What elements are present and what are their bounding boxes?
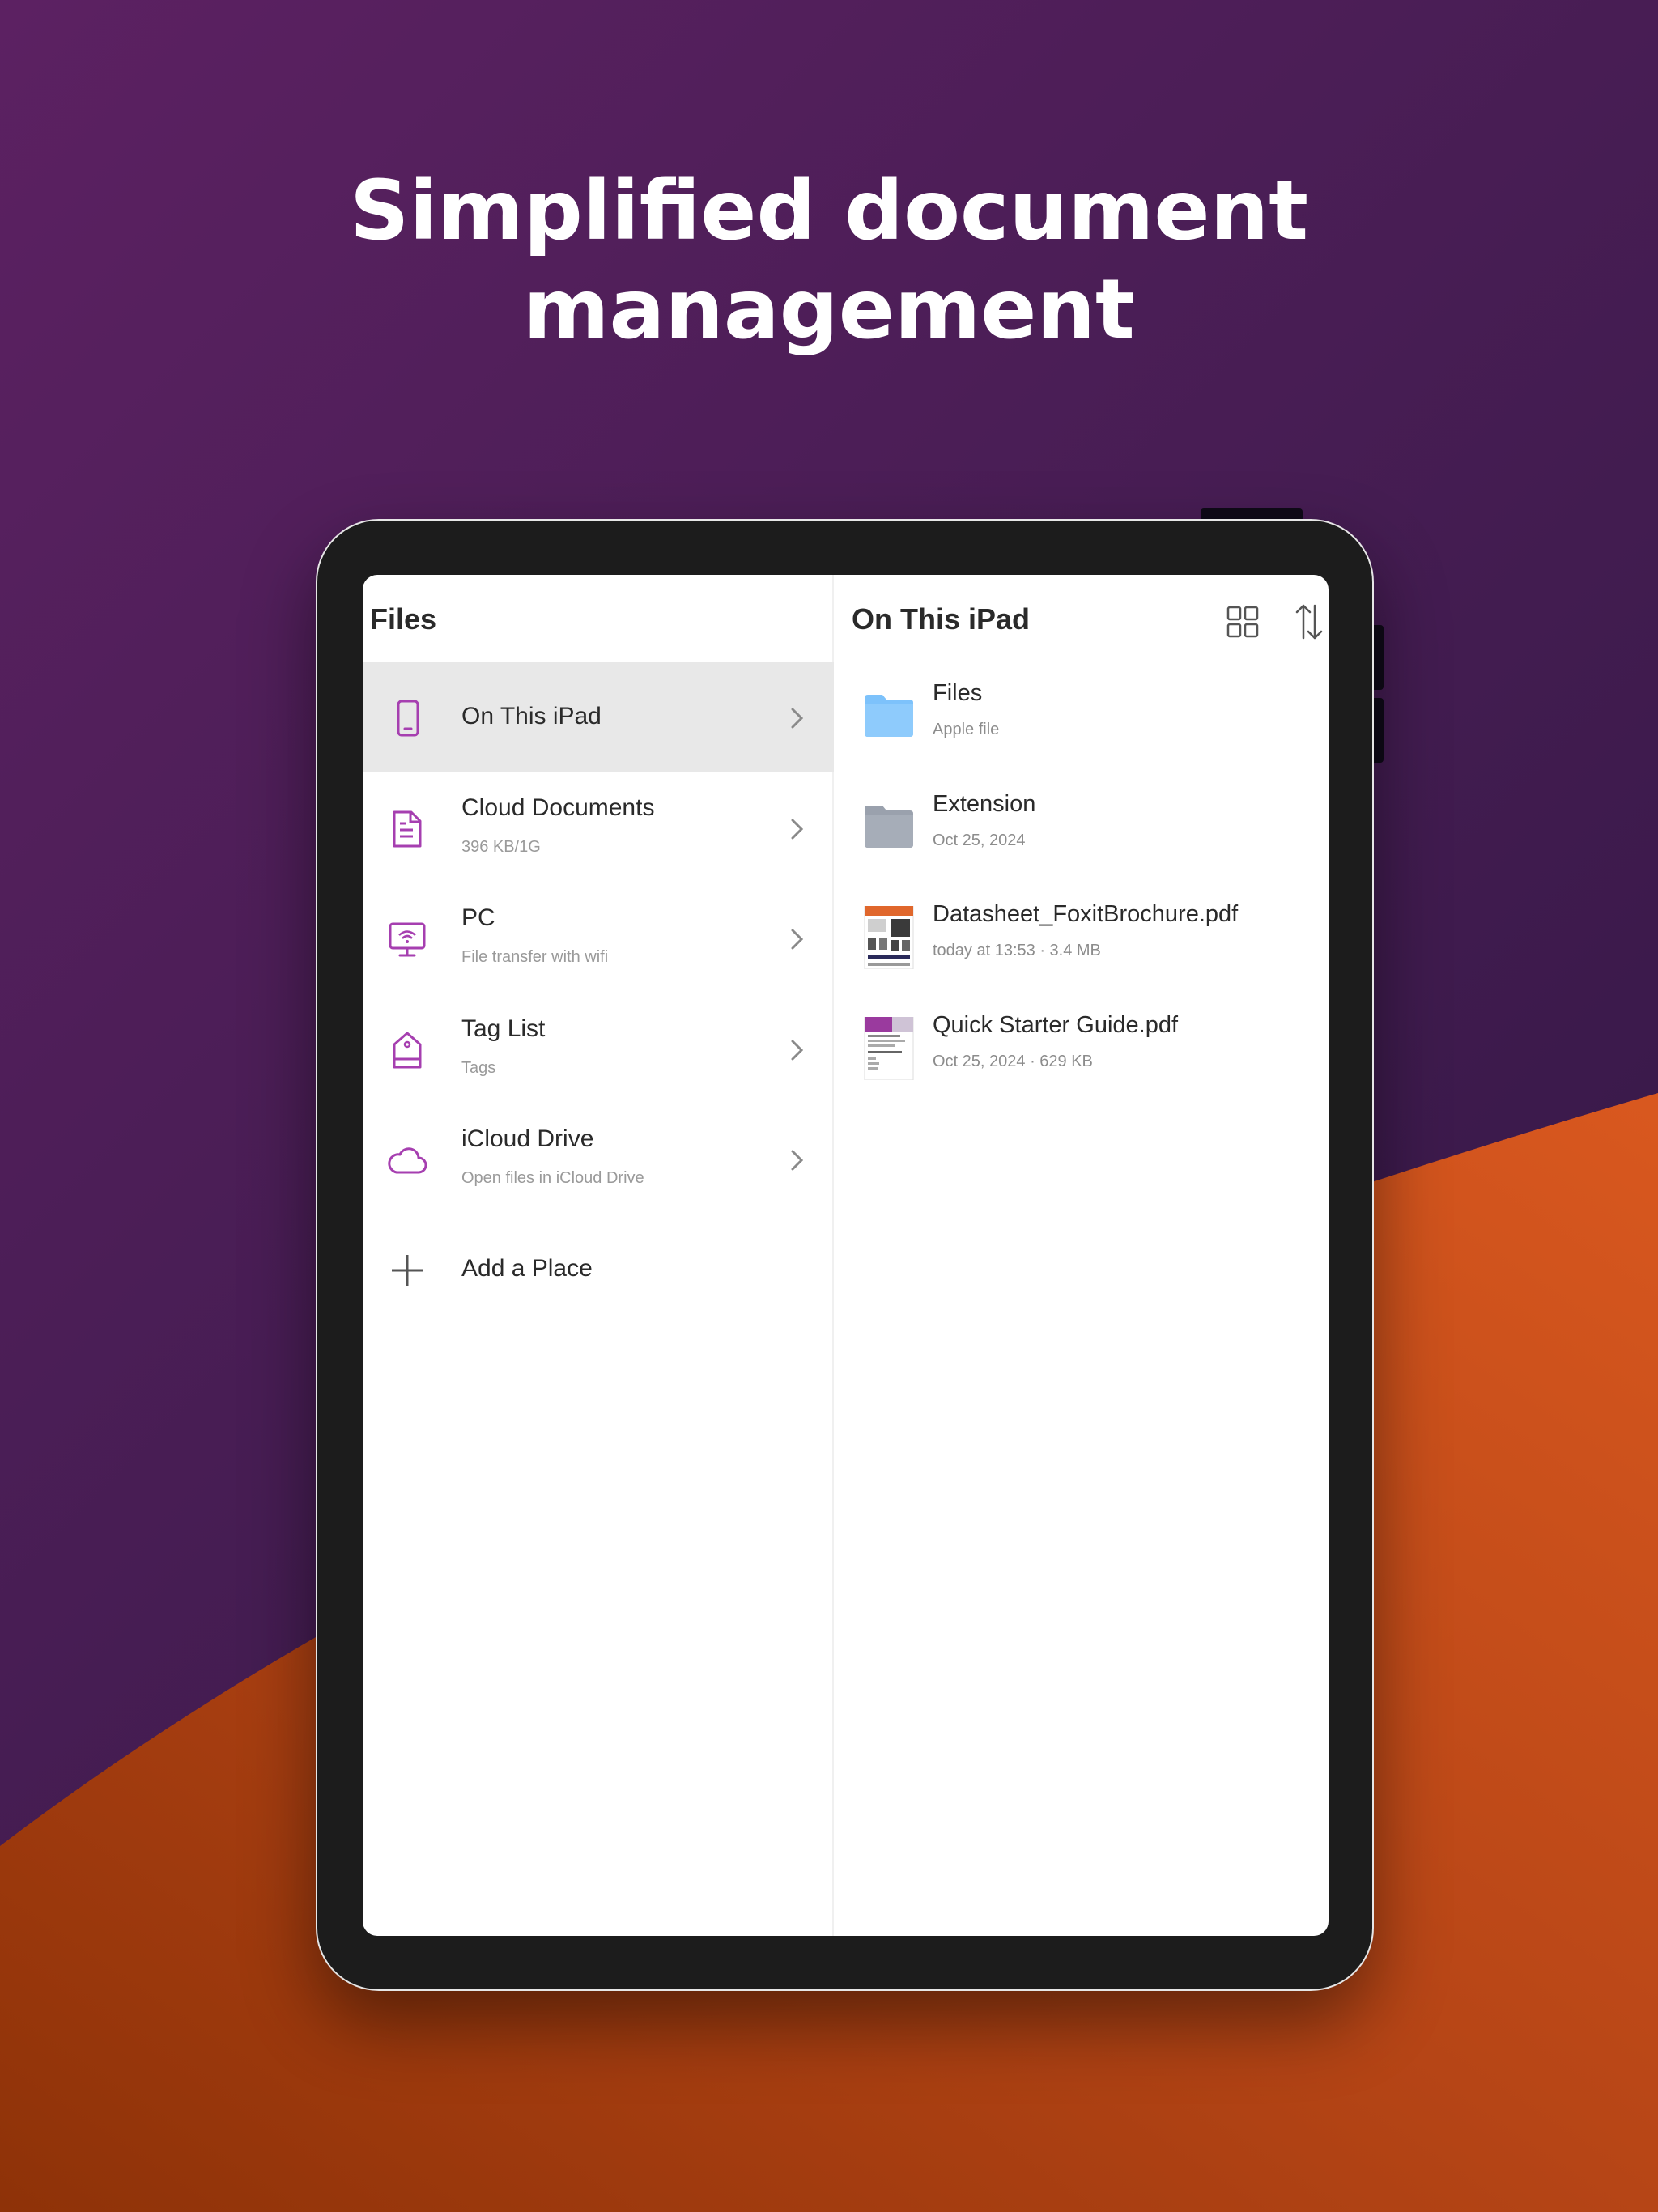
folder-icon-gray bbox=[865, 806, 913, 848]
file-row[interactable]: Datasheet_FoxitBrochure.pdf today at 13:… bbox=[834, 883, 1329, 993]
file-row[interactable]: Files Apple file bbox=[834, 662, 1329, 772]
sidebar: Files On This iPad Cloud Documents 396 K… bbox=[363, 575, 834, 1936]
ipad-device: Files On This iPad Cloud Documents 396 K… bbox=[316, 519, 1374, 1991]
plus-icon bbox=[392, 1255, 423, 1286]
chevron-right-icon bbox=[791, 1150, 804, 1171]
pdf-thumbnail bbox=[864, 906, 914, 969]
folder-icon-blue bbox=[865, 695, 913, 737]
sidebar-item-label: Cloud Documents bbox=[461, 794, 655, 821]
headline-line-1: Simplified document bbox=[350, 163, 1308, 259]
sidebar-item-icloud-drive[interactable]: iCloud Drive Open files in iCloud Drive bbox=[363, 1104, 834, 1214]
chevron-right-icon bbox=[791, 708, 804, 729]
chevron-right-icon bbox=[791, 929, 804, 950]
main-title: On This iPad bbox=[852, 602, 1031, 636]
tag-icon bbox=[393, 1032, 422, 1069]
file-name: Quick Starter Guide.pdf bbox=[933, 1012, 1179, 1038]
file-row[interactable]: Quick Starter Guide.pdf Oct 25, 2024 · 6… bbox=[834, 994, 1329, 1104]
sidebar-item-sublabel: Open files in iCloud Drive bbox=[461, 1169, 644, 1187]
sidebar-item-sublabel: File transfer with wifi bbox=[461, 948, 609, 966]
sidebar-title: Files bbox=[370, 602, 437, 636]
sidebar-item-label: Tag List bbox=[461, 1015, 546, 1042]
file-name: Extension bbox=[933, 791, 1036, 817]
sidebar-item-cloud-documents[interactable]: Cloud Documents 396 KB/1G bbox=[363, 773, 834, 883]
file-name: Datasheet_FoxitBrochure.pdf bbox=[933, 901, 1239, 927]
sidebar-item-on-this-ipad[interactable]: On This iPad bbox=[363, 662, 834, 772]
sidebar-item-tag-list[interactable]: Tag List Tags bbox=[363, 994, 834, 1104]
sidebar-item-label: On This iPad bbox=[461, 703, 602, 730]
file-meta: Oct 25, 2024 · 629 KB bbox=[933, 1053, 1093, 1070]
sidebar-item-label: iCloud Drive bbox=[461, 1125, 594, 1152]
app-screen: Files On This iPad Cloud Documents 396 K… bbox=[363, 575, 1329, 1936]
cloud-icon bbox=[388, 1147, 427, 1174]
file-meta: Oct 25, 2024 bbox=[933, 832, 1026, 849]
file-row[interactable]: Extension Oct 25, 2024 bbox=[834, 773, 1329, 883]
chevron-right-icon bbox=[791, 1040, 804, 1061]
monitor-wifi-icon bbox=[389, 922, 426, 957]
headline: Simplified document management bbox=[0, 162, 1658, 359]
file-meta: today at 13:53 · 3.4 MB bbox=[933, 942, 1101, 959]
grid-view-icon[interactable] bbox=[1226, 605, 1260, 639]
file-meta: Apple file bbox=[933, 721, 1000, 738]
file-name: Files bbox=[933, 680, 983, 706]
document-icon bbox=[393, 810, 422, 848]
pdf-thumbnail bbox=[864, 1017, 914, 1080]
headline-line-2: management bbox=[523, 262, 1135, 358]
sidebar-item-sublabel: Tags bbox=[461, 1059, 496, 1077]
sidebar-item-sublabel: 396 KB/1G bbox=[461, 838, 541, 856]
sidebar-item-pc[interactable]: PC File transfer with wifi bbox=[363, 883, 834, 993]
sidebar-item-label: PC bbox=[461, 904, 495, 931]
sidebar-item-add-a-place[interactable]: Add a Place bbox=[363, 1214, 834, 1325]
sort-icon[interactable] bbox=[1294, 602, 1324, 641]
sidebar-item-label: Add a Place bbox=[461, 1255, 593, 1282]
chevron-right-icon bbox=[791, 819, 804, 840]
ipad-icon bbox=[397, 700, 419, 737]
